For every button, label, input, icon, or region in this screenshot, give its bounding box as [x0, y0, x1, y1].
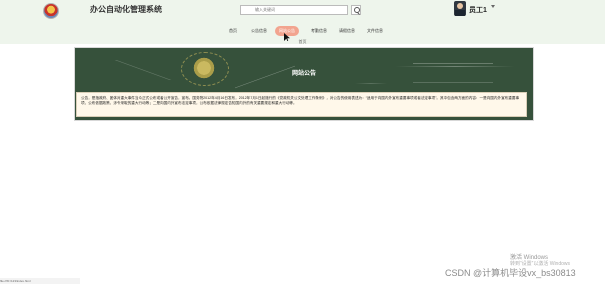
nav-item-announcement[interactable]: 公告信息: [247, 26, 271, 36]
user-avatar[interactable]: [454, 1, 466, 16]
nav-item-files[interactable]: 文件信息: [363, 26, 387, 36]
nav-item-site-notice[interactable]: 网站公告: [275, 26, 299, 36]
notice-text: 公告，是指政府、团体对重大事件当众正式公布或者公开宣告，宣布。国务院2012年4…: [81, 96, 520, 105]
breadcrumb: 首页: [298, 39, 307, 44]
search-icon: [354, 7, 360, 13]
nav-item-attendance[interactable]: 考勤信息: [307, 26, 331, 36]
status-url: file:///D:/123/index.html: [0, 278, 80, 284]
nav-item-home[interactable]: 首页: [225, 26, 241, 36]
user-name[interactable]: 员工1: [469, 5, 487, 15]
search-button[interactable]: [351, 5, 361, 15]
chevron-down-icon[interactable]: [491, 5, 495, 8]
csdn-watermark: CSDN @计算机毕设vx_bs30813: [445, 268, 576, 278]
nav-item-leave[interactable]: 请假信息: [335, 26, 359, 36]
search-input[interactable]: [240, 5, 348, 15]
app-title: 办公自动化管理系统: [90, 5, 162, 14]
header: 办公自动化管理系统 员工1: [0, 0, 605, 44]
system-logo-icon: [43, 3, 59, 19]
notice-content: 公告，是指政府、团体对重大事件当众正式公布或者公开宣告，宣布。国务院2012年4…: [76, 92, 527, 117]
banner-title: 网站公告: [291, 71, 316, 77]
